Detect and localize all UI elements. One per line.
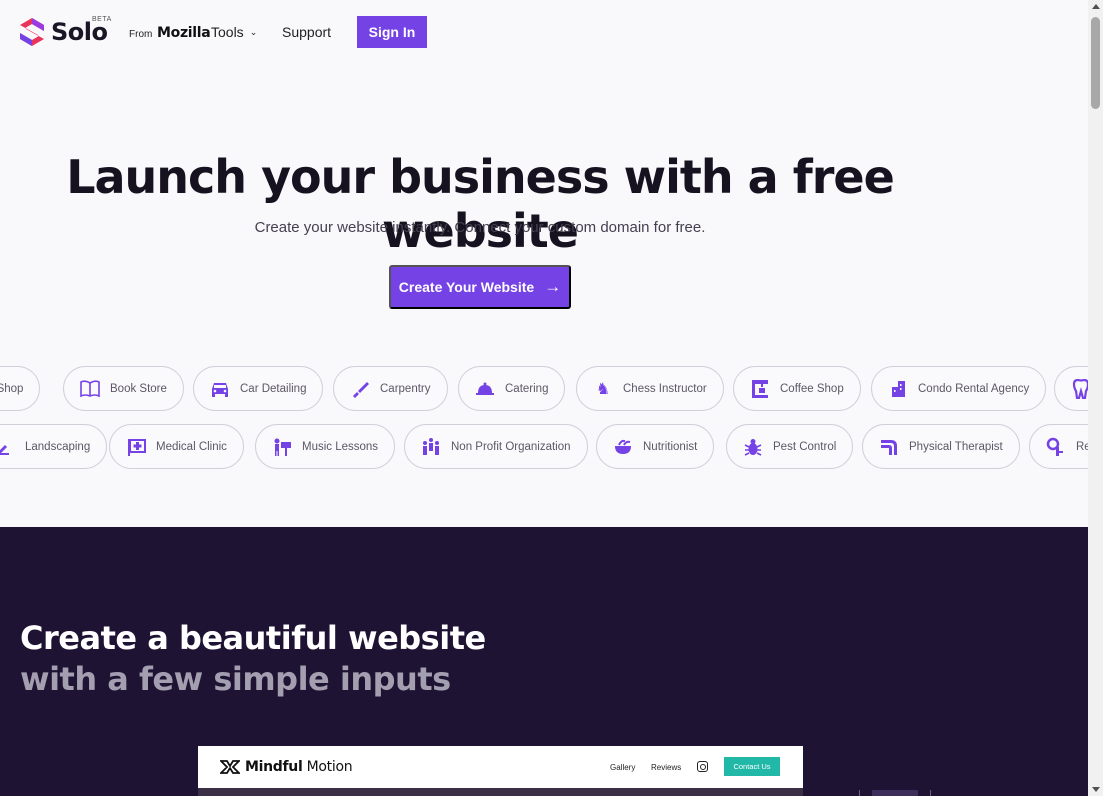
feature-section: Create a beautiful website with a few si…	[0, 527, 1088, 796]
category-label: Non Profit Organization	[451, 440, 571, 453]
hero-title: Launch your business with a free website	[66, 150, 895, 258]
top-navigation: Solo BETA From Mozilla Tools ⌄ Support S…	[0, 0, 1088, 64]
medical-cross-icon	[126, 437, 146, 457]
category-label: Catering	[505, 382, 549, 395]
category-label: Music Lessons	[302, 440, 379, 453]
category-label: Pest Control	[773, 440, 837, 453]
category-pill[interactable]: Non Profit Organization	[404, 424, 588, 469]
category-pill[interactable]: ♞ Chess Instructor	[576, 366, 724, 411]
chess-knight-icon: ♞	[595, 380, 611, 398]
category-label: e Shop	[0, 382, 24, 395]
arrow-right-icon: →	[544, 277, 562, 296]
support-link[interactable]: Support	[282, 24, 331, 40]
key-icon	[1046, 437, 1066, 457]
category-label: Chess Instructor	[623, 382, 707, 395]
preview-frame-line	[930, 790, 931, 796]
tools-menu[interactable]: Tools ⌄	[211, 24, 257, 40]
tooth-icon	[1071, 378, 1088, 399]
preview-nav-reviews: Reviews	[651, 763, 682, 772]
preview-side-element	[872, 790, 918, 796]
feature-subtitle: with a few simple inputs	[20, 660, 451, 698]
category-label: Re	[1076, 440, 1088, 453]
bug-icon	[743, 437, 763, 457]
saw-icon	[350, 379, 370, 399]
scroll-down-arrow-icon[interactable]	[1092, 787, 1100, 792]
preview-site-name: Mindful Motion	[245, 759, 353, 775]
cloche-icon	[475, 379, 495, 399]
create-website-button[interactable]: Create Your Website →	[389, 265, 571, 309]
feature-title: Create a beautiful website	[20, 619, 486, 657]
category-pill[interactable]: Condo Rental Agency	[871, 366, 1047, 411]
category-label: Carpentry	[380, 382, 431, 395]
beta-badge: BETA	[92, 16, 112, 23]
category-label: Book Store	[110, 382, 167, 395]
infinity-logo-icon	[220, 760, 240, 774]
building-icon	[888, 379, 908, 399]
therapy-icon	[879, 437, 899, 457]
category-pill[interactable]: e Shop	[0, 366, 41, 411]
book-icon	[80, 379, 100, 399]
category-label: Nutritionist	[643, 440, 698, 453]
category-label: Landscaping	[25, 440, 91, 453]
hero-subtitle: Create your website instantly. Connect y…	[254, 219, 706, 236]
category-pill[interactable]: Car Detailing	[193, 366, 324, 411]
preview-site-name-rest: Motion	[302, 759, 353, 775]
preview-site-name-bold: Mindful	[245, 759, 303, 775]
from-label: From	[129, 29, 153, 40]
category-pill[interactable]: Coffee Shop	[733, 366, 861, 411]
category-pill[interactable]: Re	[1029, 424, 1088, 469]
scroll-up-arrow-icon[interactable]	[1092, 4, 1100, 9]
category-pill[interactable]	[1054, 366, 1088, 411]
instagram-icon	[697, 761, 708, 772]
category-pill[interactable]: Pest Control	[726, 424, 854, 469]
category-pill[interactable]: Physical Therapist	[862, 424, 1020, 469]
bowl-icon	[613, 437, 633, 457]
category-pill[interactable]: Catering	[458, 366, 566, 411]
preview-frame-line	[859, 790, 860, 796]
category-pill[interactable]: Nutritionist	[596, 424, 715, 469]
preview-logo: Mindful Motion	[220, 759, 353, 775]
coffee-machine-icon	[750, 379, 770, 399]
car-icon	[210, 379, 230, 399]
preview-nav-gallery: Gallery	[610, 763, 636, 772]
preview-hero-image	[198, 788, 803, 796]
music-stand-icon	[272, 437, 292, 457]
category-label: Physical Therapist	[909, 440, 1003, 453]
category-row-1: e Shop Book Store Car Detailing Carpentr…	[0, 366, 1088, 412]
category-pill[interactable]: Carpentry	[333, 366, 448, 411]
shovel-icon	[0, 437, 15, 457]
preview-contact-button: Contact Us	[724, 757, 780, 776]
sign-in-button[interactable]: Sign In	[357, 16, 427, 48]
category-label: Coffee Shop	[780, 382, 844, 395]
page-scrollbar[interactable]	[1088, 0, 1103, 796]
website-preview: Mindful Motion Gallery Reviews Contact U…	[198, 746, 803, 796]
chevron-down-icon: ⌄	[249, 26, 258, 37]
tools-label: Tools	[211, 24, 244, 40]
create-website-label: Create Your Website	[398, 279, 535, 295]
category-label: Medical Clinic	[156, 440, 227, 453]
mozilla-wordmark: Mozilla	[157, 25, 211, 41]
category-row-2: Landscaping Medical Clinic Music Lessons…	[0, 424, 1088, 470]
category-pill[interactable]: Book Store	[63, 366, 184, 411]
category-label: Car Detailing	[240, 382, 307, 395]
category-pill[interactable]: Music Lessons	[255, 424, 396, 469]
people-icon	[421, 437, 441, 457]
category-label: Condo Rental Agency	[918, 382, 1030, 395]
scrollbar-thumb[interactable]	[1091, 17, 1100, 109]
category-pill[interactable]: Landscaping	[0, 424, 108, 469]
solo-logo-icon	[20, 18, 44, 46]
category-pill[interactable]: Medical Clinic	[109, 424, 244, 469]
